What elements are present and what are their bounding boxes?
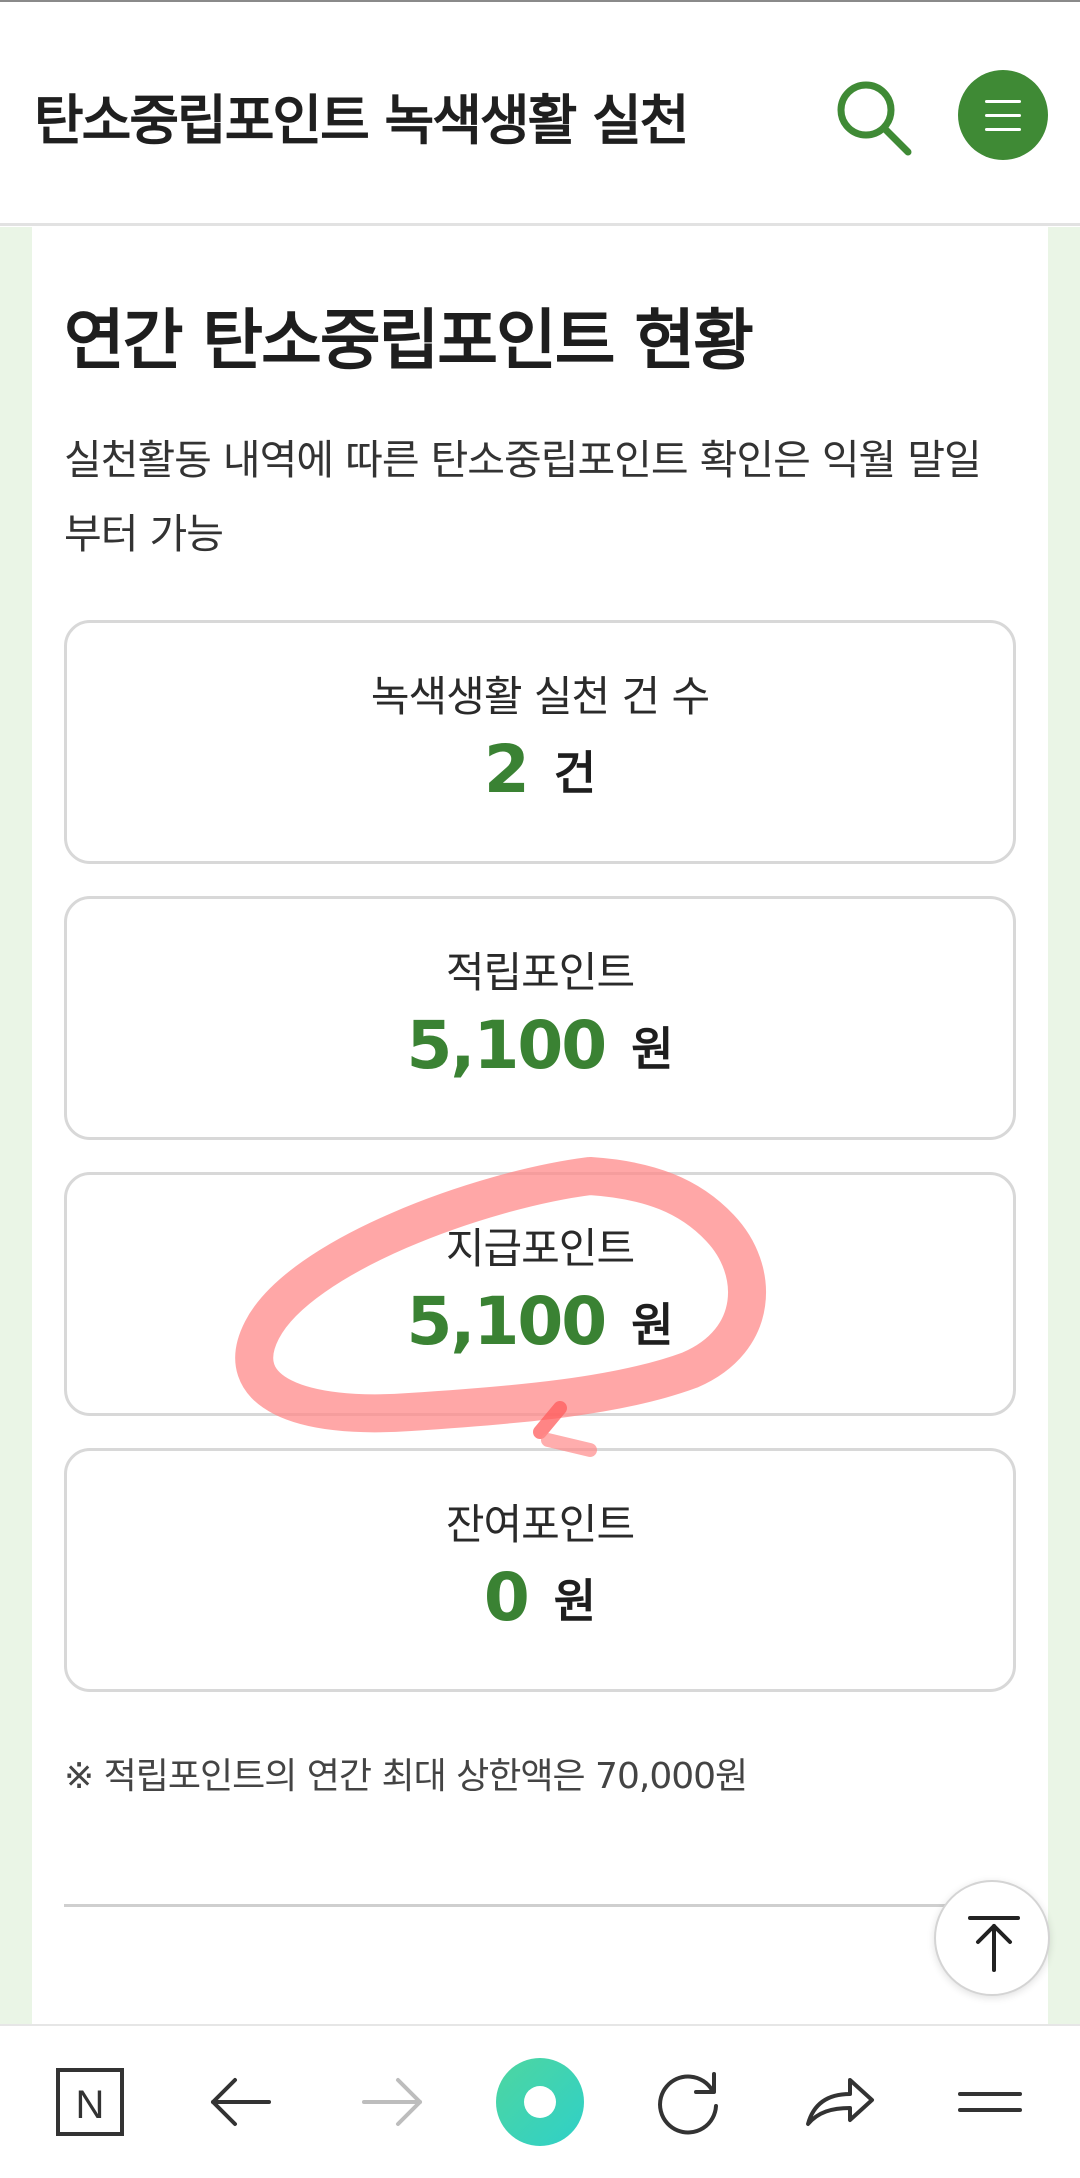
- card-unit: 원: [631, 1021, 674, 1076]
- section-title: 연간 탄소중립포인트 현황: [64, 302, 754, 379]
- scroll-to-top-button[interactable]: [934, 1880, 1050, 1996]
- paid-points-card: 지급포인트 5,100 원: [64, 1172, 1016, 1416]
- page-title: 탄소중립포인트 녹색생활 실천: [34, 89, 689, 152]
- refresh-button[interactable]: [640, 2054, 736, 2150]
- remaining-points-card: 잔여포인트 0원: [64, 1448, 1016, 1692]
- card-unit: 원: [631, 1297, 674, 1352]
- home-letter: N: [76, 2083, 105, 2127]
- menu-button[interactable]: [958, 70, 1048, 160]
- card-label: 녹색생활 실천 건 수: [370, 672, 710, 721]
- card-value: 0원: [67, 1559, 1013, 1636]
- earned-points-card: 적립포인트 5,100 원: [64, 896, 1016, 1140]
- card-value: 5,100 원: [67, 1283, 1013, 1360]
- limit-note: ※ 적립포인트의 연간 최대 상한액은 70,000원: [64, 1756, 748, 1797]
- search-icon: [837, 81, 912, 156]
- content-area: 연간 탄소중립포인트 현황 실천활동 내역에 따른 탄소중립포인트 확인은 익월…: [0, 227, 1080, 2099]
- forward-button[interactable]: [344, 2054, 440, 2150]
- search-button[interactable]: [832, 76, 916, 160]
- card-label: 지급포인트: [445, 1224, 635, 1273]
- back-button[interactable]: [193, 2054, 289, 2150]
- menu-toolbar-button[interactable]: [942, 2054, 1038, 2150]
- card-unit: 건: [553, 745, 597, 800]
- arrow-up-icon: [968, 1916, 1020, 1972]
- card-value: 2건: [67, 731, 1013, 808]
- section-description: 실천활동 내역에 따른 탄소중립포인트 확인은 익월 말일 부터 가능: [64, 436, 982, 558]
- card-label: 잔여포인트: [445, 1500, 635, 1549]
- app-header: 탄소중립포인트 녹색생활 실천: [0, 2, 1080, 226]
- browser-toolbar: N: [0, 2024, 1080, 2178]
- back-arrow-icon: [211, 2078, 271, 2126]
- forward-arrow-icon: [362, 2078, 422, 2126]
- hamburger-menu-icon: [985, 100, 1021, 103]
- card-unit: 원: [553, 1573, 597, 1628]
- card-number: 5,100: [406, 1007, 607, 1084]
- status-panel: 연간 탄소중립포인트 현황 실천활동 내역에 따른 탄소중립포인트 확인은 익월…: [32, 227, 1048, 2099]
- menu-icon: [958, 2092, 1022, 2112]
- card-number: 2: [483, 731, 530, 808]
- n-home-icon: N: [56, 2068, 124, 2136]
- share-icon: [806, 2078, 874, 2126]
- home-button[interactable]: N: [42, 2054, 138, 2150]
- card-number: 5,100: [406, 1283, 607, 1360]
- card-value: 5,100 원: [67, 1007, 1013, 1084]
- refresh-icon: [658, 2072, 718, 2135]
- share-button[interactable]: [790, 2054, 886, 2150]
- card-label: 적립포인트: [445, 948, 635, 997]
- practice-count-card: 녹색생활 실천 건 수 2건: [64, 620, 1016, 864]
- green-dot-icon: [496, 2058, 584, 2146]
- card-number: 0: [483, 1559, 530, 1636]
- section-divider: [64, 1904, 1016, 1907]
- green-dot-button[interactable]: [492, 2054, 588, 2150]
